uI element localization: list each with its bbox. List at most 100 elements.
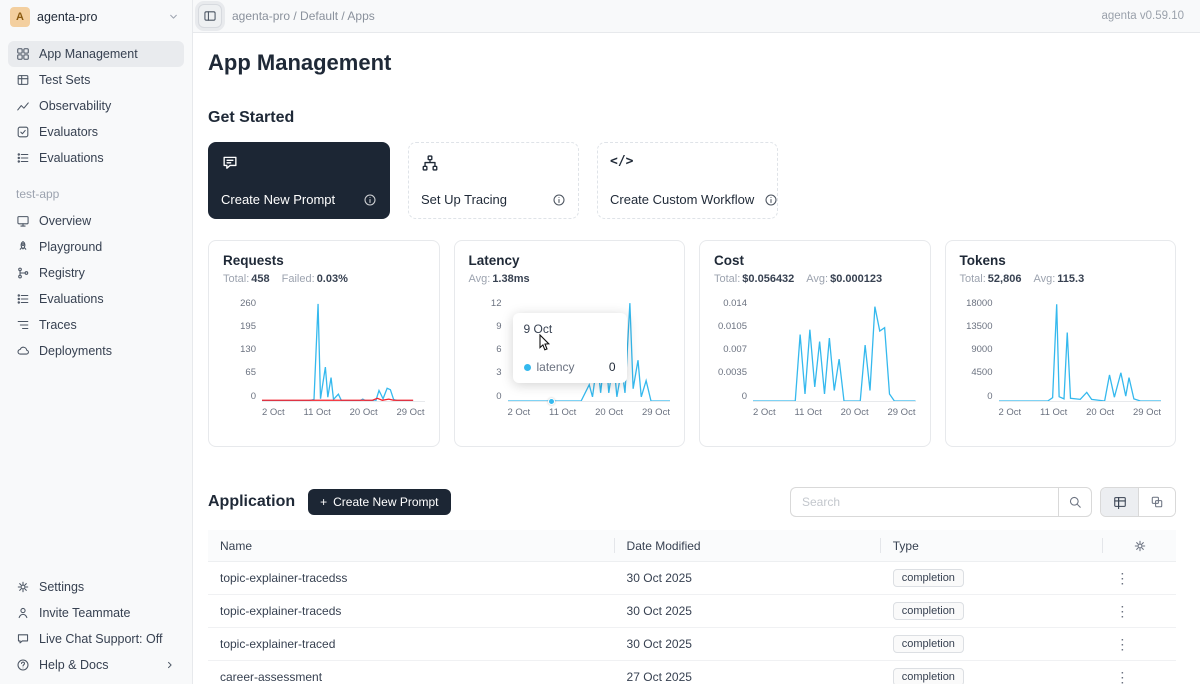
code-icon: </> bbox=[610, 154, 633, 169]
card-label: Create New Prompt bbox=[221, 192, 335, 207]
table-row-topic-explainer-traced[interactable]: topic-explainer-traced30 Oct 2025complet… bbox=[208, 628, 1176, 661]
chevron-right-icon bbox=[164, 659, 176, 671]
sidebar-footer-item-invite-teammate[interactable]: Invite Teammate bbox=[8, 600, 184, 626]
sidebar-app-item-registry[interactable]: Registry bbox=[8, 260, 184, 286]
sidebar-item-label: Help & Docs bbox=[39, 658, 108, 672]
y-tick: 6 bbox=[496, 345, 501, 355]
y-tick: 0 bbox=[251, 392, 256, 402]
card-view-button[interactable] bbox=[1138, 488, 1175, 516]
stat-title: Cost bbox=[714, 253, 916, 268]
x-tick: 2 Oct bbox=[508, 407, 531, 418]
sidebar-footer-item-help-docs[interactable]: Help & Docs bbox=[8, 652, 184, 678]
table-header: NameDate ModifiedType bbox=[208, 530, 1176, 562]
tooltip-date: 9 Oct bbox=[524, 322, 616, 336]
y-tick: 18000 bbox=[966, 299, 992, 309]
sidebar-item-label: Deployments bbox=[39, 344, 112, 358]
stat-card-tokens: TokensTotal:52,806Avg:115.31800013500900… bbox=[945, 240, 1177, 447]
breadcrumb[interactable]: agenta-pro / Default / Apps bbox=[232, 9, 375, 23]
x-tick: 29 Oct bbox=[887, 407, 915, 418]
view-toggle bbox=[1100, 487, 1176, 517]
sidebar-app-menu: Overview Playground Registry Evaluations Tra… bbox=[0, 206, 192, 364]
y-tick: 9 bbox=[496, 322, 501, 332]
table-toolbar bbox=[790, 487, 1176, 517]
cell-type: completion bbox=[881, 635, 1104, 653]
y-axis: 129630 bbox=[469, 298, 502, 402]
metric: Failed:0.03% bbox=[282, 273, 348, 285]
table-row-career-assessment[interactable]: career-assessment27 Oct 2025completion⋮ bbox=[208, 661, 1176, 684]
sidebar-footer-menu: Settings Invite Teammate Live Chat Support… bbox=[0, 574, 192, 684]
settings-icon bbox=[16, 580, 30, 594]
cell-date-modified: 30 Oct 2025 bbox=[615, 604, 881, 618]
sidebar: A agenta-pro App ManagementTest SetsObse… bbox=[0, 0, 193, 684]
table-row-topic-explainer-traceds[interactable]: topic-explainer-traceds30 Oct 2025comple… bbox=[208, 595, 1176, 628]
x-tick: 29 Oct bbox=[642, 407, 670, 418]
sidebar-item-label: Playground bbox=[39, 240, 102, 254]
gear-icon bbox=[1133, 539, 1147, 553]
sidebar-item-label: Traces bbox=[39, 318, 77, 332]
cost-chart bbox=[753, 298, 916, 401]
y-tick: 130 bbox=[240, 345, 256, 355]
get-started-heading: Get Started bbox=[208, 109, 1176, 127]
deployments-icon bbox=[16, 344, 30, 358]
help-icon bbox=[16, 658, 30, 672]
table-row-topic-explainer-tracedss[interactable]: topic-explainer-tracedss30 Oct 2025compl… bbox=[208, 562, 1176, 595]
chart-plot bbox=[262, 298, 425, 402]
sidebar-app-item-deployments[interactable]: Deployments bbox=[8, 338, 184, 364]
cell-actions: ⋮ bbox=[1103, 636, 1176, 653]
x-tick: 11 Oct bbox=[795, 407, 822, 418]
more-vertical-icon[interactable]: ⋮ bbox=[1115, 603, 1129, 619]
chart-tooltip: 9 Octlatency0 bbox=[513, 313, 627, 383]
more-vertical-icon[interactable]: ⋮ bbox=[1115, 570, 1129, 586]
x-axis: 2 Oct11 Oct20 Oct29 Oct bbox=[508, 407, 671, 418]
x-tick: 20 Oct bbox=[841, 407, 869, 418]
sidebar-item-observability[interactable]: Observability bbox=[8, 93, 184, 119]
get-started-card-set-up-tracing[interactable]: Set Up Tracing bbox=[408, 142, 579, 219]
sidebar-item-test-sets[interactable]: Test Sets bbox=[8, 67, 184, 93]
sidebar-item-label: Evaluators bbox=[39, 125, 98, 139]
sidebar-menu: App ManagementTest SetsObservability Eval… bbox=[0, 33, 192, 171]
chart-plot bbox=[999, 298, 1162, 402]
prompt-icon bbox=[221, 154, 239, 172]
column-settings-button[interactable] bbox=[1103, 530, 1176, 561]
cell-name: career-assessment bbox=[208, 670, 615, 684]
sidebar-item-evaluators[interactable]: Evaluators bbox=[8, 119, 184, 145]
x-axis: 2 Oct11 Oct20 Oct29 Oct bbox=[999, 407, 1162, 418]
type-badge: completion bbox=[893, 635, 964, 653]
sidebar-footer-item-settings[interactable]: Settings bbox=[8, 574, 184, 600]
get-started-card-create-custom-workflow[interactable]: </>Create Custom Workflow bbox=[597, 142, 778, 219]
create-new-prompt-button[interactable]: + Create New Prompt bbox=[308, 489, 450, 515]
sidebar-app-item-playground[interactable]: Playground bbox=[8, 234, 184, 260]
create-new-prompt-label: Create New Prompt bbox=[333, 495, 438, 509]
x-tick: 29 Oct bbox=[396, 407, 424, 418]
sidebar-item-label: Overview bbox=[39, 214, 91, 228]
x-tick: 11 Oct bbox=[549, 407, 576, 418]
sidebar-item-label: Registry bbox=[39, 266, 85, 280]
x-tick: 11 Oct bbox=[1040, 407, 1067, 418]
column-header-type: Type bbox=[881, 530, 1104, 561]
more-vertical-icon[interactable]: ⋮ bbox=[1115, 669, 1129, 684]
sidebar-app-item-overview[interactable]: Overview bbox=[8, 208, 184, 234]
workspace-selector[interactable]: A agenta-pro bbox=[0, 0, 192, 33]
sidebar-item-label: Evaluations bbox=[39, 292, 104, 306]
get-started-card-create-new-prompt[interactable]: Create New Prompt bbox=[208, 142, 390, 219]
sidebar-toggle-button[interactable] bbox=[198, 4, 222, 28]
search-input[interactable] bbox=[790, 487, 1058, 517]
workspace-chevron-holder bbox=[167, 10, 180, 23]
search-button[interactable] bbox=[1058, 487, 1092, 517]
application-heading: Application bbox=[208, 493, 295, 511]
sidebar-section-label: test-app bbox=[0, 171, 192, 206]
table-view-button[interactable] bbox=[1101, 488, 1138, 516]
sidebar-app-item-evaluations[interactable]: Evaluations bbox=[8, 286, 184, 312]
playground-icon bbox=[16, 240, 30, 254]
stat-metrics: Avg:1.38ms bbox=[469, 273, 671, 285]
cell-name: topic-explainer-tracedss bbox=[208, 571, 615, 585]
sidebar-app-item-traces[interactable]: Traces bbox=[8, 312, 184, 338]
more-vertical-icon[interactable]: ⋮ bbox=[1115, 636, 1129, 652]
cards-view-icon bbox=[1150, 495, 1164, 509]
sidebar-footer-item-live-chat-support-off[interactable]: Live Chat Support: Off bbox=[8, 626, 184, 652]
x-tick: 2 Oct bbox=[262, 407, 285, 418]
metric: Total:$0.056432 bbox=[714, 273, 794, 285]
sidebar-item-app-management[interactable]: App Management bbox=[8, 41, 184, 67]
sidebar-item-label: Invite Teammate bbox=[39, 606, 130, 620]
sidebar-item-evaluations[interactable]: Evaluations bbox=[8, 145, 184, 171]
